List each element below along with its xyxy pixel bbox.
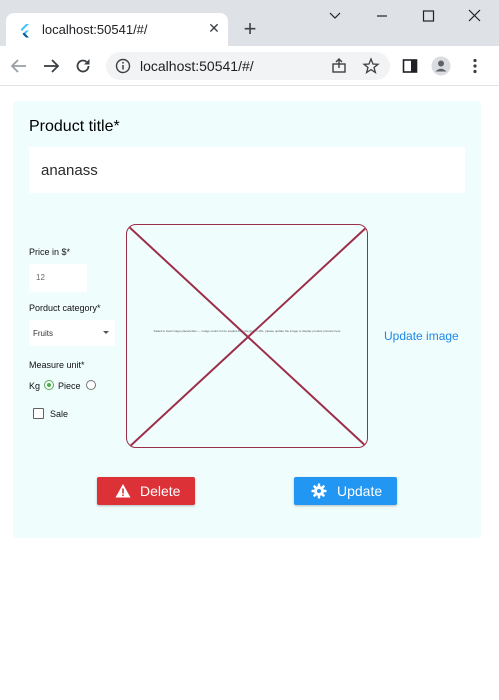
window-menu-chevron-icon[interactable]: [325, 8, 345, 24]
browser-toolbar: localhost:50541/#/: [0, 46, 499, 86]
product-edit-card: Product title* ananass Price in $* 12 Po…: [13, 101, 481, 538]
measure-unit-label: Measure unit*: [29, 360, 85, 370]
tab-close-icon[interactable]: ✕: [206, 20, 222, 36]
product-title-value[interactable]: ananass: [41, 162, 98, 179]
reload-icon[interactable]: [73, 56, 93, 76]
product-title-input[interactable]: ananass: [29, 147, 465, 193]
image-error-caption: Failed to load image placeholder — image…: [153, 329, 341, 333]
profile-avatar-icon[interactable]: [431, 56, 451, 76]
maximize-icon[interactable]: [418, 8, 438, 24]
tab-title: localhost:50541/#/: [42, 22, 148, 37]
category-label: Porduct category*: [29, 303, 101, 313]
radio-piece[interactable]: [86, 380, 96, 390]
browser-tab[interactable]: localhost:50541/#/ ✕: [6, 13, 228, 46]
product-image-placeholder: Failed to load image placeholder — image…: [126, 224, 368, 448]
sale-checkbox[interactable]: [33, 408, 44, 419]
gear-icon: [311, 483, 327, 499]
sale-label: Sale: [50, 409, 69, 419]
radio-label-kg: Kg: [29, 381, 41, 391]
delete-button[interactable]: Delete: [97, 477, 195, 505]
site-info-icon[interactable]: [115, 58, 131, 74]
side-panel-icon[interactable]: [400, 56, 420, 76]
flutter-logo-icon: [20, 24, 29, 38]
bookmark-star-icon[interactable]: [362, 57, 380, 75]
back-arrow-icon[interactable]: [9, 56, 29, 76]
dropdown-arrow-icon[interactable]: [103, 331, 109, 334]
update-button[interactable]: Update: [294, 477, 397, 505]
share-icon[interactable]: [330, 57, 348, 75]
price-label: Price in $*: [29, 247, 71, 257]
window-close-icon[interactable]: [464, 8, 484, 24]
warning-icon: [115, 484, 131, 498]
delete-button-label: Delete: [140, 483, 181, 499]
radio-kg[interactable]: [44, 380, 54, 390]
category-dropdown[interactable]: Fruits: [29, 320, 115, 346]
broken-image-cross-icon: [127, 225, 367, 447]
update-image-link[interactable]: Update image: [384, 329, 459, 343]
radio-label-piece: Piece: [58, 381, 81, 391]
product-title-label: Product title*: [29, 118, 120, 135]
forward-arrow-icon[interactable]: [41, 56, 61, 76]
url-text[interactable]: localhost:50541/#/: [140, 58, 254, 74]
address-bar[interactable]: localhost:50541/#/: [106, 52, 390, 80]
update-button-label: Update: [337, 483, 383, 499]
browser-titlebar: localhost:50541/#/ ✕ +: [0, 0, 499, 46]
category-selected-value[interactable]: Fruits: [33, 329, 53, 338]
price-input[interactable]: 12: [29, 264, 87, 292]
price-value[interactable]: 12: [36, 273, 45, 282]
minimize-icon[interactable]: [372, 8, 392, 24]
new-tab-button[interactable]: +: [240, 18, 260, 40]
more-menu-icon[interactable]: [465, 56, 485, 76]
